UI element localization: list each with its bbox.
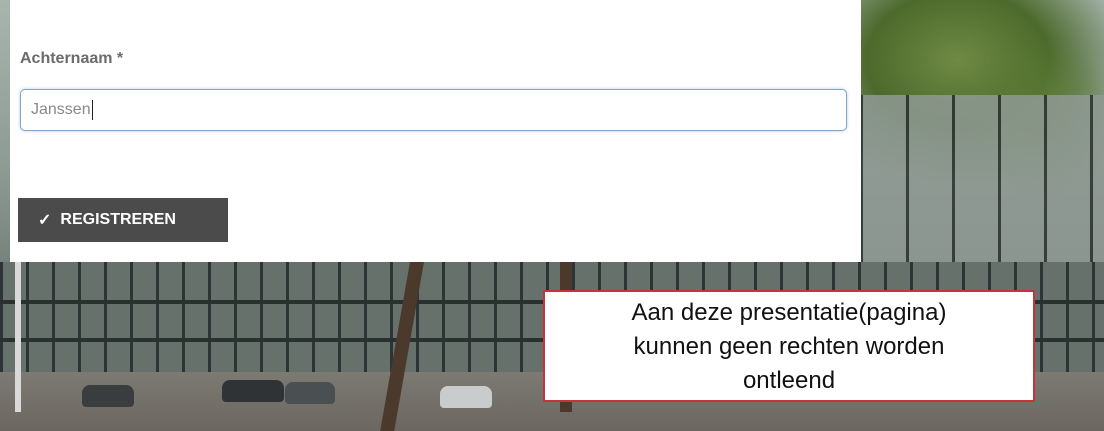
background-car [82,385,134,407]
background-car [440,386,492,408]
disclaimer-line: ontleend [742,367,836,394]
register-button[interactable]: ✓ REGISTREREN [18,198,228,242]
background-car [222,380,284,402]
lastname-label: Achternaam * [20,50,124,67]
disclaimer-box: Aan deze presentatie(pagina) kunnen geen… [543,290,1035,402]
background-building-upper [860,95,1104,265]
lastname-input-value: Janssen [31,101,91,118]
checkmark-icon: ✓ [38,212,52,229]
disclaimer-line: kunnen geen rechten worden [633,333,945,360]
background-car [285,382,335,404]
text-caret [91,100,93,120]
register-button-label: REGISTREREN [60,211,176,228]
disclaimer-line: Aan deze presentatie(pagina) [631,299,947,326]
lastname-input[interactable]: Janssen [20,89,847,131]
registration-form-card: Achternaam * Janssen ✓ REGISTREREN [10,0,861,262]
background-pole [15,262,21,412]
